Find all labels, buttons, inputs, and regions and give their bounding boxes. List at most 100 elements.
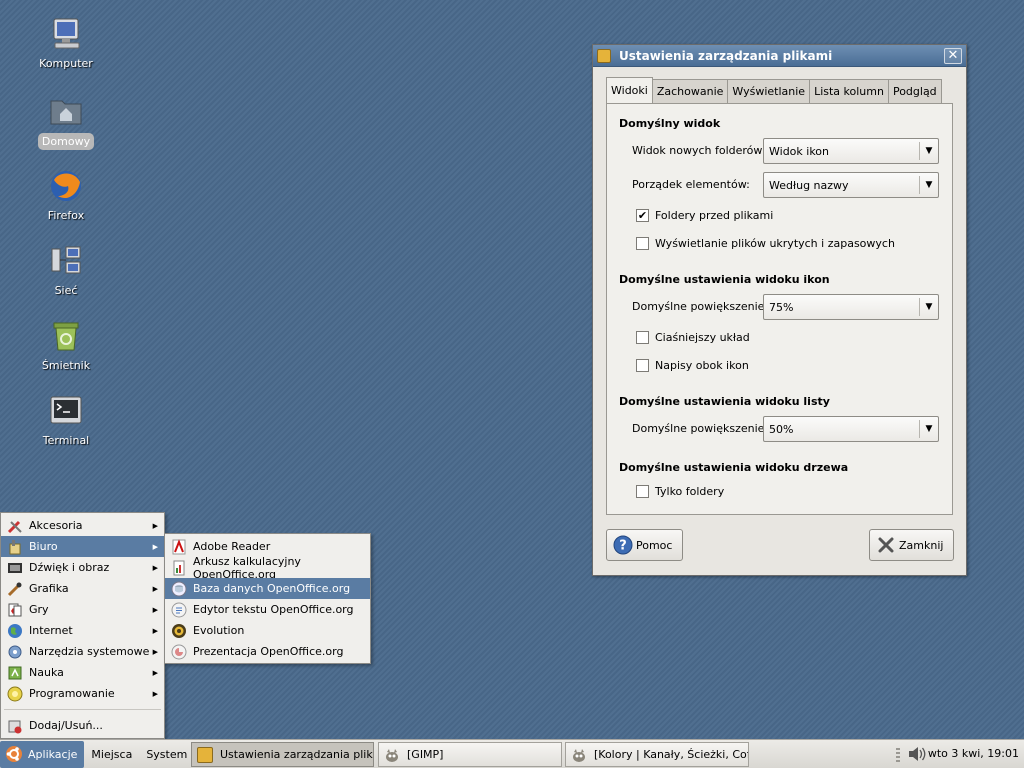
places-menu-button[interactable]: Miejsca [84,741,139,768]
menu-item-internet[interactable]: Internet ▶ [1,620,164,641]
tab-behavior[interactable]: Zachowanie [651,79,729,103]
desktop-icon-computer[interactable]: Komputer [36,16,96,71]
globe-icon [8,623,22,638]
views-panel: Domyślny widok Widok nowych folderów: Wi… [606,103,953,515]
file-management-preferences-dialog: Ustawienia zarządzania plikami ✕ Widoki … [592,44,967,576]
menu-separator [4,709,161,710]
menu-item-add-remove[interactable]: Dodaj/Usuń... [1,715,164,736]
applications-menu-button[interactable]: Aplikacje [0,740,85,768]
section-list-view: Domyślne ustawienia widoku listy [619,395,830,408]
word-processor-icon [171,602,187,617]
icon-zoom-select[interactable]: 75% ▼ [763,294,939,320]
menu-item-programming[interactable]: Programowanie ▶ [1,683,164,704]
menu-item-label: Gry [29,603,49,616]
sort-order-value: Według nazwy [769,178,849,192]
dialog-title: Ustawienia zarządzania plikami [619,48,833,63]
menu-item-label: Evolution [193,624,245,637]
menu-item-label: Edytor tekstu OpenOffice.org [193,603,354,616]
menu-item-oo-calc[interactable]: Arkusz kalkulacyjny OpenOffice.org [165,555,370,581]
list-zoom-select[interactable]: 50% ▼ [763,416,939,442]
menu-item-sound-video[interactable]: Dźwięk i obraz ▶ [1,557,164,578]
section-tree-view: Domyślne ustawienia widoku drzewa [619,461,849,474]
chevron-right-icon: ▶ [152,584,158,593]
task-label: [GIMP] [407,748,444,761]
dialog-titlebar[interactable]: Ustawienia zarządzania plikami ✕ [593,45,966,67]
tab-list-columns[interactable]: Lista kolumn [809,79,889,103]
menu-item-label: Baza danych OpenOffice.org [193,582,351,595]
menu-item-oo-impress[interactable]: Prezentacja OpenOffice.org [165,641,370,662]
clock[interactable]: wto 3 kwi, 19:01 [928,747,1019,760]
system-tools-icon [8,645,22,658]
tab-preview[interactable]: Podgląd [887,79,942,103]
menu-item-label: Prezentacja OpenOffice.org [193,645,344,658]
volume-icon[interactable] [907,745,927,763]
checkbox-checked-icon: ✔ [636,209,649,222]
help-button[interactable]: ? Pomoc [606,529,684,561]
section-default-view: Domyślny widok [619,117,721,130]
gimp-icon [386,748,398,762]
panel-grip [896,748,900,762]
menu-item-accessories[interactable]: Akcesoria ▶ [1,515,164,536]
close-icon[interactable]: ✕ [944,47,962,64]
system-menu-button[interactable]: System [139,741,194,768]
programming-icon [7,686,23,701]
menu-item-oo-writer[interactable]: Edytor tekstu OpenOffice.org [165,599,370,620]
close-button[interactable]: Zamknij [869,529,955,561]
menu-item-evolution[interactable]: Evolution [165,620,370,641]
desktop-icon-label: Domowy [37,133,95,150]
checkbox-icon [636,237,649,250]
menu-item-system-tools[interactable]: Narzędzia systemowe ▶ [1,641,164,662]
only-folders-label: Tylko foldery [655,485,725,498]
menu-item-oo-base[interactable]: Baza danych OpenOffice.org [165,578,370,599]
menu-item-label: Dźwięk i obraz [29,561,110,574]
menu-item-graphics[interactable]: Grafika ▶ [1,578,164,599]
home-folder-icon [50,100,82,125]
ubuntu-logo-icon [6,746,22,762]
adobe-reader-icon [172,538,186,554]
chevron-down-icon: ▼ [919,176,938,194]
icon-zoom-value: 75% [769,300,794,314]
network-icon [51,246,81,274]
task-button-gimp-colors[interactable]: [Kolory | Kanały, Ścieżki, Cof... [565,742,749,767]
compact-layout-checkbox[interactable]: Ciaśniejszy układ [636,331,750,344]
task-button-gimp[interactable]: [GIMP] [378,742,562,767]
text-beside-icons-label: Napisy obok ikon [655,359,749,372]
desktop-icon-label: Terminal [42,434,90,447]
compact-layout-label: Ciaśniejszy układ [655,331,750,344]
menu-item-science[interactable]: Nauka ▶ [1,662,164,683]
desktop-icon-trash[interactable]: Śmietnik [36,318,96,373]
gimp-icon [573,748,585,762]
help-button-label: Pomoc [636,538,673,552]
tab-views[interactable]: Widoki [606,77,653,103]
icon-zoom-label: Domyślne powiększenie: [632,300,769,313]
desktop-icon-network[interactable]: Sieć [36,243,96,298]
folders-first-checkbox[interactable]: ✔ Foldery przed plikami [636,209,773,222]
sort-order-select[interactable]: Według nazwy ▼ [763,172,939,198]
text-beside-icons-checkbox[interactable]: Napisy obok ikon [636,359,749,372]
checkbox-icon [636,485,649,498]
desktop-icon-label: Śmietnik [41,359,91,372]
firefox-icon [51,171,81,201]
multimedia-icon [8,562,22,573]
desktop-icon-label: Komputer [39,57,93,70]
accessories-icon [7,520,22,533]
menu-item-games[interactable]: Gry ▶ [1,599,164,620]
chevron-right-icon: ▶ [152,605,158,614]
task-button-file-preferences[interactable]: Ustawienia zarządzania plikami [191,742,374,767]
desktop-icon-home[interactable]: Domowy [36,93,96,150]
tab-display[interactable]: Wyświetlanie [727,79,811,103]
chevron-right-icon: ▶ [152,542,158,551]
show-hidden-label: Wyświetlanie plików ukrytych i zapasowyc… [655,237,895,250]
only-folders-checkbox[interactable]: Tylko foldery [636,485,724,498]
desktop-icon-terminal[interactable]: Terminal [36,393,96,448]
menu-item-office[interactable]: Biuro ▶ [1,536,164,557]
spreadsheet-icon [173,560,185,575]
file-manager-icon [197,746,213,763]
new-folder-view-select[interactable]: Widok ikon ▼ [763,138,939,164]
chevron-right-icon: ▶ [152,647,158,656]
science-icon [8,666,22,679]
desktop-icon-firefox[interactable]: Firefox [36,168,96,223]
show-hidden-checkbox[interactable]: Wyświetlanie plików ukrytych i zapasowyc… [636,237,895,250]
desktop-icon-label: Sieć [54,284,78,297]
computer-icon [53,18,80,49]
